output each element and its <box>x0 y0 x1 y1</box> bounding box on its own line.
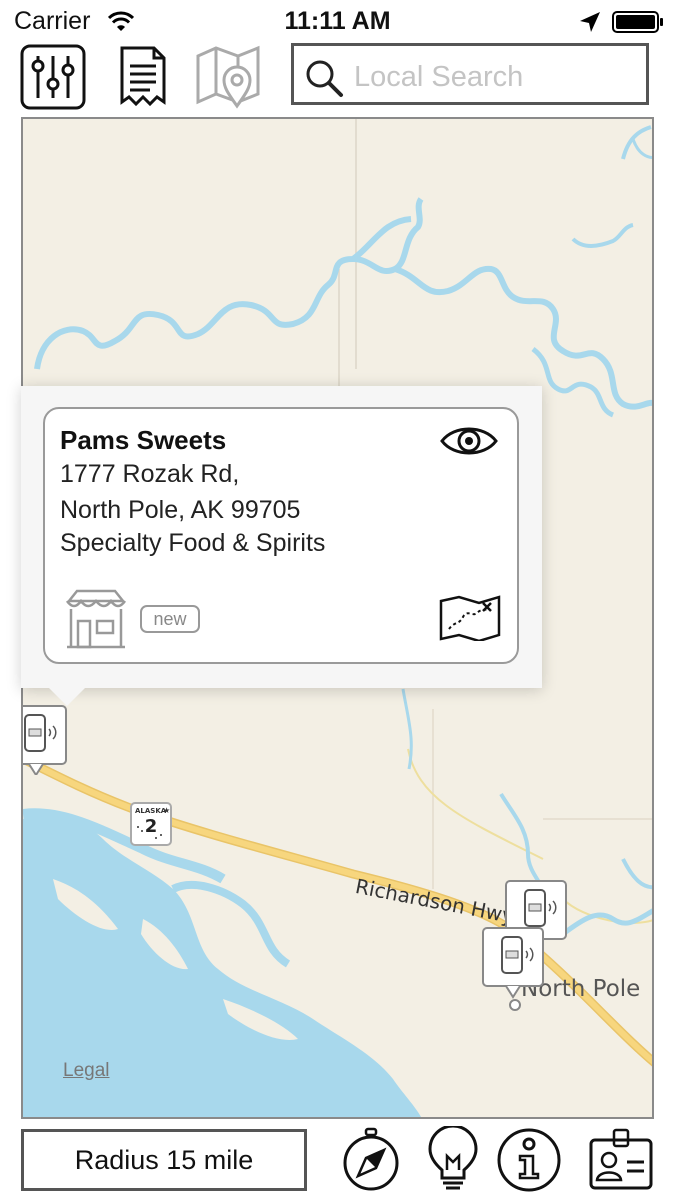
storefront-icon <box>65 589 127 649</box>
callout-pointer <box>49 688 85 706</box>
clock: 11:11 AM <box>284 7 391 35</box>
shield-state: ALASKA <box>135 807 167 815</box>
location-arrow-icon <box>580 12 600 32</box>
filter-sliders-icon <box>20 44 86 110</box>
place-name: Pams Sweets <box>60 425 227 455</box>
info-icon <box>497 1128 561 1192</box>
filter-button[interactable] <box>20 44 86 110</box>
store-marker[interactable] <box>23 705 67 777</box>
store-marker[interactable] <box>482 927 544 999</box>
address-line-1: 1777 Rozak Rd, <box>60 460 240 488</box>
id-card-icon <box>589 1128 653 1190</box>
compass-button[interactable] <box>338 1126 404 1194</box>
list-button[interactable] <box>110 44 176 110</box>
legal-link[interactable]: Legal <box>63 1060 110 1082</box>
lightbulb-icon <box>428 1124 478 1190</box>
radius-selector[interactable]: Radius 15 mile <box>21 1129 307 1191</box>
place-category: Specialty Food & Spirits <box>60 529 326 557</box>
svg-text:★: ★ <box>163 806 170 815</box>
info-button[interactable] <box>496 1126 562 1194</box>
treasure-map-icon[interactable] <box>439 595 501 641</box>
shield-number: 2 <box>145 816 158 837</box>
status-bar: Carrier 11:11 AM <box>0 0 675 44</box>
map-view-button[interactable] <box>194 44 262 110</box>
compass-icon <box>343 1127 399 1191</box>
address-line-2: North Pole, AK 99705 <box>60 496 301 524</box>
battery-icon <box>612 11 663 33</box>
place-card[interactable]: Pams Sweets 1777 Rozak Rd, North Pole, A… <box>43 407 519 664</box>
tips-button[interactable] <box>420 1124 486 1194</box>
route-shield: ALASKA ★ 2 <box>130 802 172 846</box>
profile-button[interactable] <box>588 1126 654 1194</box>
search-box[interactable] <box>291 43 649 105</box>
search-input[interactable] <box>352 54 641 100</box>
place-callout[interactable]: Pams Sweets 1777 Rozak Rd, North Pole, A… <box>21 386 542 706</box>
map-pin-icon <box>196 45 260 109</box>
receipt-list-icon <box>120 46 166 107</box>
eye-icon[interactable] <box>439 421 499 461</box>
search-icon <box>306 60 343 97</box>
new-badge: new <box>140 605 200 633</box>
